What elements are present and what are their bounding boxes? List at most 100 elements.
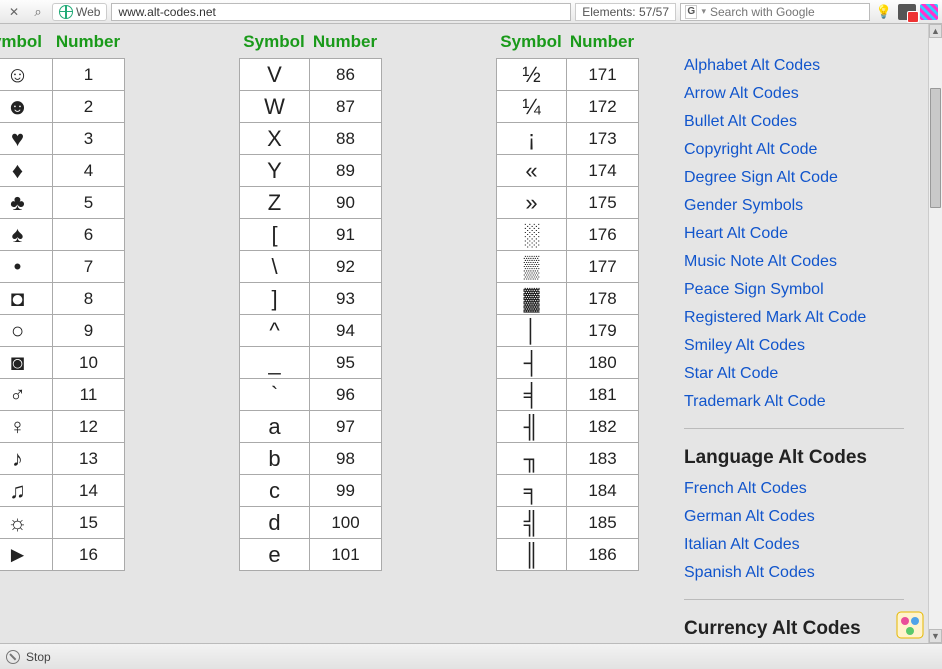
search-input[interactable] bbox=[710, 5, 865, 19]
symbol-cell[interactable]: ◙ bbox=[0, 347, 53, 379]
symbol-cell[interactable]: [ bbox=[240, 219, 310, 251]
symbol-cell[interactable]: V bbox=[240, 59, 310, 91]
symbol-cell[interactable]: ♦ bbox=[0, 155, 53, 187]
symbol-cell[interactable]: ╣ bbox=[497, 507, 567, 539]
symbol-cell[interactable]: ♣ bbox=[0, 187, 53, 219]
number-cell: 183 bbox=[567, 443, 639, 475]
search-box[interactable]: G ▾ bbox=[680, 3, 870, 21]
table-row: Y89 bbox=[240, 155, 382, 187]
sidebar-link[interactable]: Gender Symbols bbox=[684, 192, 904, 220]
sidebar-link[interactable]: Arrow Alt Codes bbox=[684, 80, 904, 108]
header-symbol: Symbol bbox=[239, 32, 309, 52]
number-cell: 11 bbox=[53, 379, 125, 411]
symbol-cell[interactable]: W bbox=[240, 91, 310, 123]
symbol-cell[interactable]: ║ bbox=[497, 539, 567, 571]
lightbulb-icon[interactable]: 💡 bbox=[874, 3, 894, 21]
table-row: ♥3 bbox=[0, 123, 125, 155]
scroll-track[interactable] bbox=[929, 38, 942, 629]
symbol-cell[interactable]: b bbox=[240, 443, 310, 475]
stop-icon[interactable] bbox=[6, 650, 20, 664]
symbol-cell[interactable]: │ bbox=[497, 315, 567, 347]
alt-code-table: ☺1☻2♥3♦4♣5♠6•7◘8○9◙10♂11♀12♪13♫14☼15►16 bbox=[0, 58, 125, 571]
sidebar-heading-language: Language Alt Codes bbox=[684, 447, 904, 469]
address-bar[interactable]: www.alt-codes.net bbox=[111, 3, 571, 21]
elements-counter[interactable]: Elements: 57/57 bbox=[575, 3, 676, 21]
symbol-cell[interactable]: Y bbox=[240, 155, 310, 187]
number-cell: 186 bbox=[567, 539, 639, 571]
symbol-cell[interactable]: ♥ bbox=[0, 123, 53, 155]
symbol-cell[interactable]: ] bbox=[240, 283, 310, 315]
symbol-cell[interactable]: Z bbox=[240, 187, 310, 219]
scroll-down-button[interactable]: ▼ bbox=[929, 629, 942, 643]
number-cell: 172 bbox=[567, 91, 639, 123]
symbol-cell[interactable]: ╖ bbox=[497, 443, 567, 475]
scroll-thumb[interactable] bbox=[930, 88, 941, 208]
corner-extension-icon[interactable] bbox=[896, 611, 924, 639]
sidebar-link[interactable]: Trademark Alt Code bbox=[684, 388, 904, 416]
symbol-cell[interactable]: » bbox=[497, 187, 567, 219]
symbol-cell[interactable]: « bbox=[497, 155, 567, 187]
symbol-cell[interactable]: ¼ bbox=[497, 91, 567, 123]
sidebar-link[interactable]: Copyright Alt Code bbox=[684, 136, 904, 164]
symbol-cell[interactable]: ♠ bbox=[0, 219, 53, 251]
symbol-cell[interactable]: ► bbox=[0, 539, 53, 571]
symbol-cell[interactable]: ♀ bbox=[0, 411, 53, 443]
symbol-cell[interactable]: ♪ bbox=[0, 443, 53, 475]
symbol-cell[interactable]: ◘ bbox=[0, 283, 53, 315]
key-icon[interactable]: ⌕ bbox=[28, 3, 48, 21]
symbol-cell[interactable]: ♫ bbox=[0, 475, 53, 507]
extension-icon[interactable] bbox=[920, 4, 938, 20]
sidebar-link[interactable]: Degree Sign Alt Code bbox=[684, 164, 904, 192]
symbol-cell[interactable]: \ bbox=[240, 251, 310, 283]
symbol-cell[interactable]: ╕ bbox=[497, 475, 567, 507]
symbol-cell[interactable]: ▒ bbox=[497, 251, 567, 283]
sidebar-link[interactable]: Italian Alt Codes bbox=[684, 531, 904, 559]
sidebar-link[interactable]: Bullet Alt Codes bbox=[684, 108, 904, 136]
symbol-cell[interactable]: • bbox=[0, 251, 53, 283]
symbol-cell[interactable]: e bbox=[240, 539, 310, 571]
symbol-cell[interactable]: ☻ bbox=[0, 91, 53, 123]
symbol-cell[interactable]: ½ bbox=[497, 59, 567, 91]
symbol-cell[interactable]: ╡ bbox=[497, 379, 567, 411]
column-header: ymbolNumber bbox=[0, 24, 125, 58]
number-cell: 101 bbox=[310, 539, 382, 571]
symbol-cell[interactable]: ` bbox=[240, 379, 310, 411]
symbol-cell[interactable]: ┤ bbox=[497, 347, 567, 379]
web-mode-badge[interactable]: Web bbox=[52, 3, 107, 21]
sidebar-link[interactable]: Smiley Alt Codes bbox=[684, 332, 904, 360]
sidebar-link[interactable]: Peace Sign Symbol bbox=[684, 276, 904, 304]
sidebar-link[interactable]: Star Alt Code bbox=[684, 360, 904, 388]
symbol-cell[interactable]: X bbox=[240, 123, 310, 155]
symbol-cell[interactable]: ¡ bbox=[497, 123, 567, 155]
symbol-cell[interactable]: ☺ bbox=[0, 59, 53, 91]
sidebar-link[interactable]: French Alt Codes bbox=[684, 475, 904, 503]
sidebar-link[interactable]: Heart Alt Code bbox=[684, 220, 904, 248]
sidebar-link[interactable]: Registered Mark Alt Code bbox=[684, 304, 904, 332]
table-row: ╢182 bbox=[497, 411, 639, 443]
extension-notify-icon[interactable] bbox=[898, 4, 916, 20]
close-button[interactable]: ✕ bbox=[4, 3, 24, 21]
table-row: ♫14 bbox=[0, 475, 125, 507]
status-bar: Stop bbox=[0, 643, 942, 669]
sidebar-link[interactable]: Alphabet Alt Codes bbox=[684, 52, 904, 80]
divider bbox=[684, 599, 904, 600]
symbol-cell[interactable]: ☼ bbox=[0, 507, 53, 539]
vertical-scrollbar[interactable]: ▲ ▼ bbox=[928, 24, 942, 643]
symbol-cell[interactable]: ╢ bbox=[497, 411, 567, 443]
sidebar-link[interactable]: Music Note Alt Codes bbox=[684, 248, 904, 276]
symbol-cell[interactable]: ▓ bbox=[497, 283, 567, 315]
scroll-up-button[interactable]: ▲ bbox=[929, 24, 942, 38]
code-column: ymbolNumber☺1☻2♥3♦4♣5♠6•7◘8○9◙10♂11♀12♪1… bbox=[0, 24, 125, 571]
symbol-cell[interactable]: d bbox=[240, 507, 310, 539]
symbol-cell[interactable]: ^ bbox=[240, 315, 310, 347]
symbol-cell[interactable]: ○ bbox=[0, 315, 53, 347]
search-chevron-icon[interactable]: ▾ bbox=[701, 6, 706, 17]
symbol-cell[interactable]: _ bbox=[240, 347, 310, 379]
table-row: ╡181 bbox=[497, 379, 639, 411]
symbol-cell[interactable]: a bbox=[240, 411, 310, 443]
sidebar-link[interactable]: German Alt Codes bbox=[684, 503, 904, 531]
symbol-cell[interactable]: ♂ bbox=[0, 379, 53, 411]
sidebar-link[interactable]: Spanish Alt Codes bbox=[684, 559, 904, 587]
symbol-cell[interactable]: ░ bbox=[497, 219, 567, 251]
symbol-cell[interactable]: c bbox=[240, 475, 310, 507]
